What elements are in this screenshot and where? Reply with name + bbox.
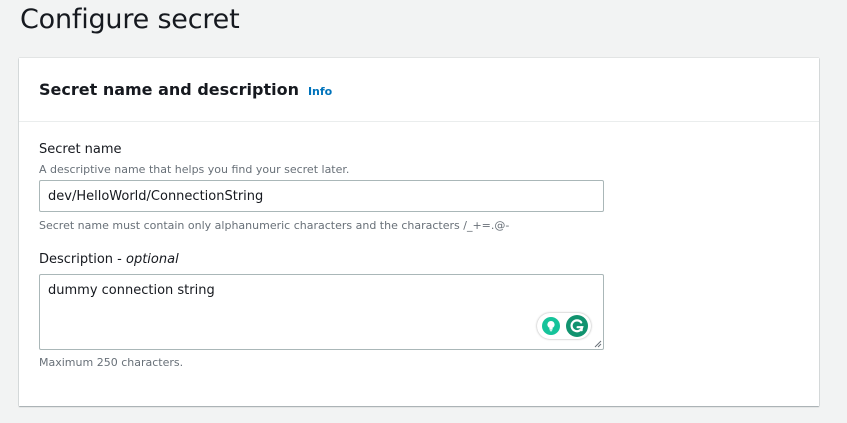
page-title: Configure secret: [20, 4, 240, 35]
secret-name-input[interactable]: [39, 180, 604, 212]
description-label-text: Description -: [39, 252, 126, 267]
description-textarea-wrapper: dummy connection string: [39, 274, 604, 350]
section-title: Secret name and description: [39, 80, 299, 99]
secret-name-constraint: Secret name must contain only alphanumer…: [39, 219, 510, 232]
description-constraint: Maximum 250 characters.: [39, 356, 184, 369]
resize-handle-icon[interactable]: [594, 340, 602, 348]
grammarly-widget[interactable]: [537, 313, 591, 339]
info-link[interactable]: Info: [308, 85, 332, 98]
grammarly-icon[interactable]: [566, 315, 588, 337]
optional-marker: optional: [126, 252, 179, 267]
lightbulb-icon[interactable]: [542, 317, 560, 335]
secret-details-card: Secret name and description Info Secret …: [19, 58, 819, 406]
description-textarea[interactable]: dummy connection string: [40, 275, 603, 349]
secret-name-label: Secret name: [39, 142, 122, 157]
description-label: Description - optional: [39, 252, 179, 267]
card-header: Secret name and description Info: [19, 58, 819, 122]
secret-name-description: A descriptive name that helps you find y…: [39, 163, 350, 176]
